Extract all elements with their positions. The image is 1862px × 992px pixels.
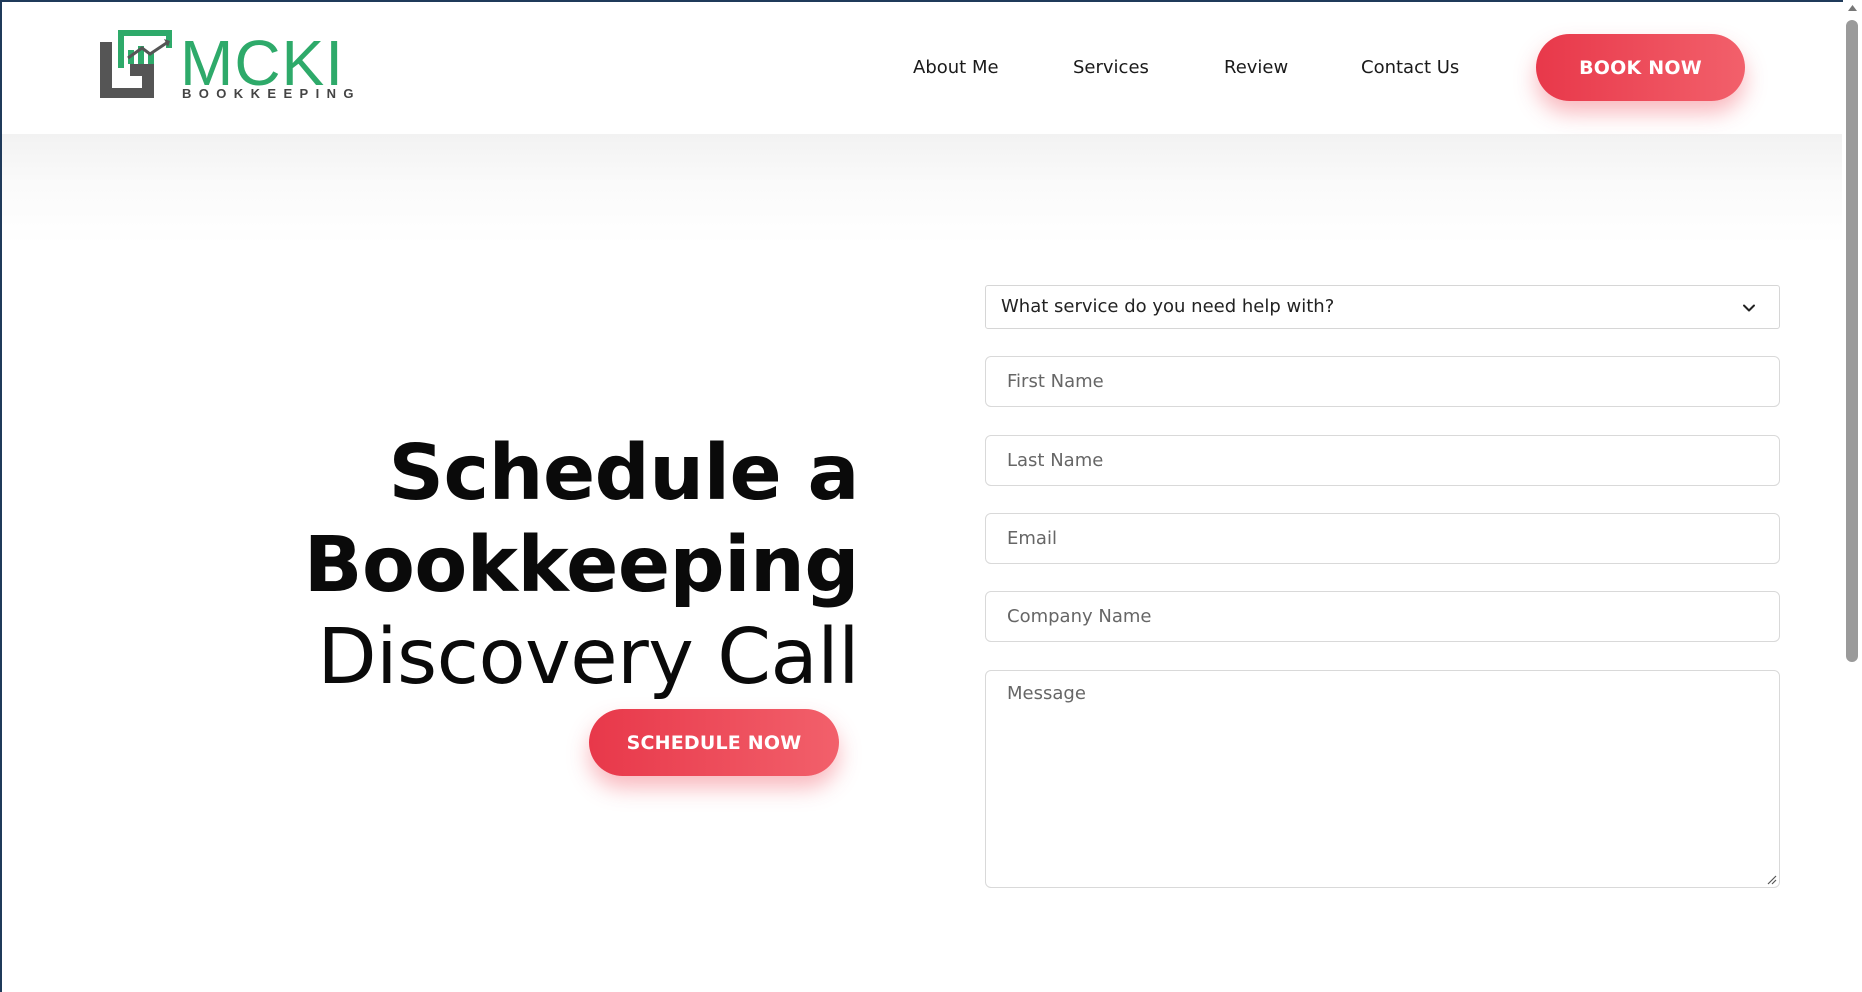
nav-contact-us[interactable]: Contact Us [1361, 57, 1459, 78]
scrollbar-thumb[interactable] [1846, 20, 1858, 662]
service-select-value: What service do you need help with? [1001, 296, 1335, 317]
nav-about-me[interactable]: About Me [913, 57, 999, 78]
hero-line-1: Schedule a [388, 429, 860, 518]
hero-line-2: Bookkeeping [303, 521, 860, 610]
company-name-input[interactable] [985, 591, 1780, 642]
resize-grip-icon[interactable] [1766, 874, 1777, 885]
hero-heading: Schedule a Bookkeeping Discovery Call [303, 428, 860, 704]
hero-line-3: Discovery Call [317, 613, 859, 702]
logo-mark-icon [100, 30, 172, 98]
nav-services[interactable]: Services [1073, 57, 1149, 78]
scroll-up-arrow-icon[interactable] [1847, 4, 1858, 12]
chevron-down-icon [1743, 304, 1755, 312]
schedule-now-button[interactable]: SCHEDULE NOW [589, 709, 839, 776]
email-input[interactable] [985, 513, 1780, 564]
last-name-input[interactable] [985, 435, 1780, 486]
nav-review[interactable]: Review [1224, 57, 1288, 78]
service-select[interactable]: What service do you need help with? [985, 285, 1780, 329]
header-shadow [2, 134, 1842, 244]
first-name-input[interactable] [985, 356, 1780, 407]
logo-subtext: BOOKKEEPING [182, 86, 361, 101]
message-textarea[interactable] [985, 670, 1780, 888]
book-now-button[interactable]: BOOK NOW [1536, 34, 1745, 101]
site-logo[interactable]: MCKI BOOKKEEPING [98, 28, 363, 102]
